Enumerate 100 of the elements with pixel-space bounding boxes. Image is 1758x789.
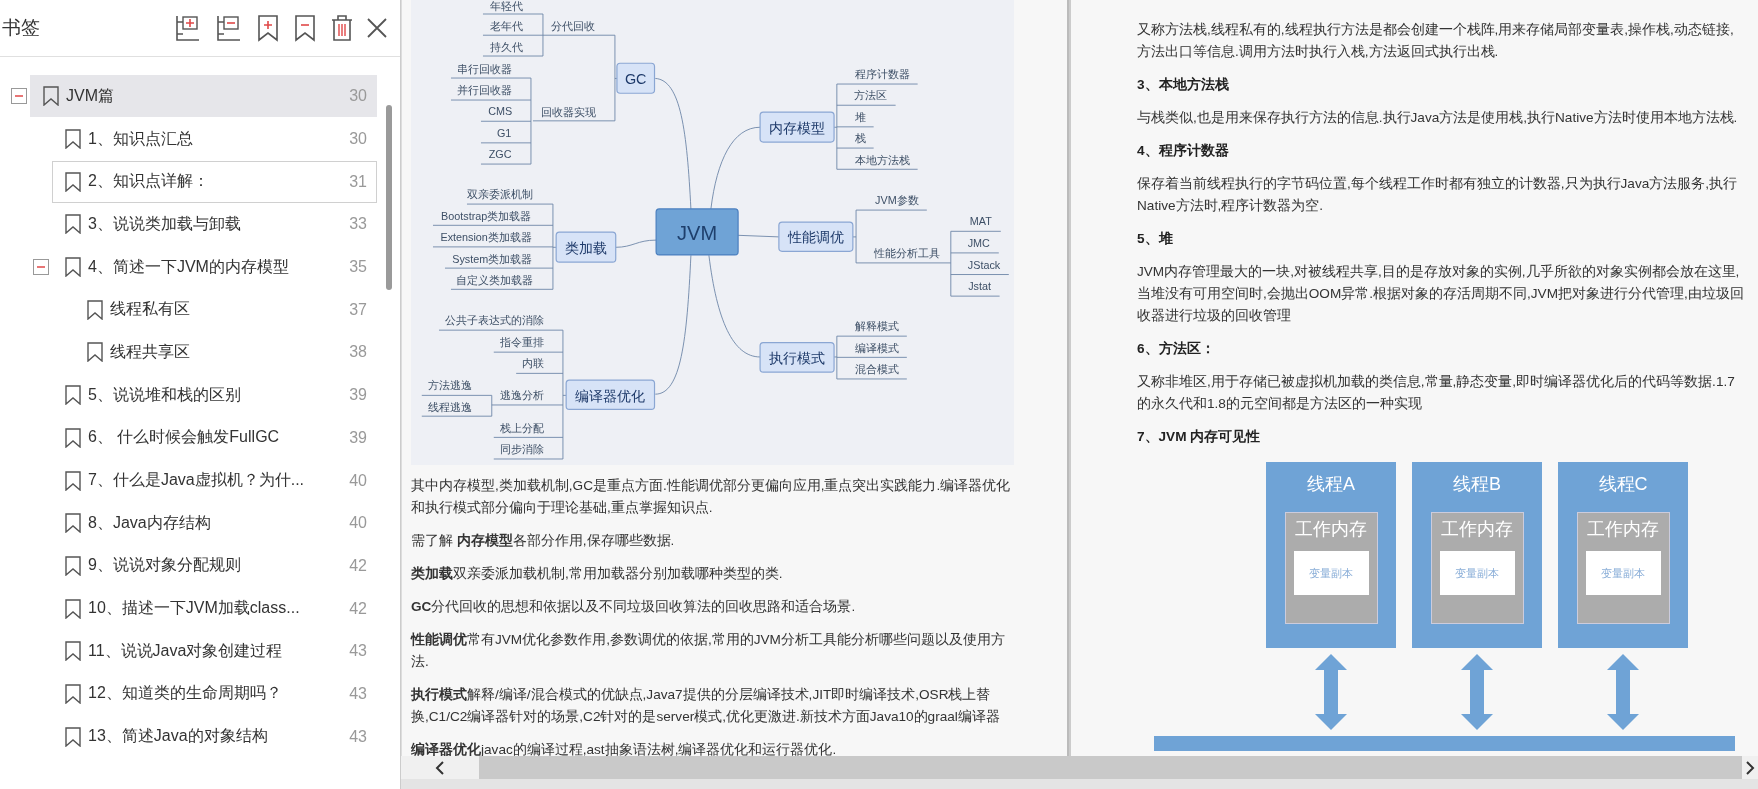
subtopic-label: Extension类加载器 xyxy=(440,231,532,244)
bookmark-icon xyxy=(65,214,81,235)
paragraph: 又称方法栈,线程私有的,线程执行方法是都会创建一个栈阵,用来存储局部变量表,操作栈,动态链接,方法出口等信息.调用方法时执行入栈,方法返回式执行出栈. xyxy=(1137,21,1735,61)
close-icon[interactable] xyxy=(366,17,388,39)
subtopic-label: 线程逃逸 xyxy=(427,400,472,413)
page-number: 37 xyxy=(349,300,367,319)
subtopic-label: 自定义类加载器 xyxy=(456,274,534,287)
paragraph: 其中内存模型,类加载机制,GC是重点方面.性能调优部分更偏向应用,重点突出实践能力.编译器优化和执行模式部分偏向于理论基础,重点掌握知识点. xyxy=(411,477,1012,517)
page-number: 39 xyxy=(349,428,367,447)
bookmark-item[interactable]: 8、Java内存结构 40 xyxy=(52,502,377,545)
page-number: 40 xyxy=(349,514,367,533)
section-heading: 3、本地方法栈 xyxy=(1137,76,1230,94)
subtopic-label: 栈 xyxy=(855,132,867,145)
collapse-icon[interactable] xyxy=(33,259,49,276)
thread-title: 线程C xyxy=(1598,473,1648,496)
variable-copy-box: 变量副本 xyxy=(1439,551,1515,595)
working-memory-label: 工作内存 xyxy=(1441,517,1513,541)
bookmark-icon xyxy=(65,385,81,406)
bookmark-item[interactable]: 12、知道类的生命周期吗？ 43 xyxy=(52,672,377,715)
paragraph: 需了解 内存模型各部分作用,保存哪些数据. xyxy=(411,532,676,550)
bookmark-item[interactable]: 9、说说对象分配规则 42 xyxy=(52,544,377,587)
bookmark-icon xyxy=(87,299,103,320)
bookmark-icon xyxy=(65,726,81,747)
bookmark-item[interactable]: 6、 什么时候会触发FullGC 39 xyxy=(52,416,377,459)
bookmark-item[interactable]: 2、知识点详解： 31 xyxy=(52,160,377,203)
page-number: 43 xyxy=(349,727,367,746)
subtopic-label: 并行回收器 xyxy=(457,84,513,97)
collapse-icon[interactable] xyxy=(11,88,27,105)
bookmark-item[interactable]: JVM篇 30 xyxy=(30,75,377,118)
subtopic-label: 分代回收 xyxy=(550,20,595,32)
bookmark-icon xyxy=(65,129,81,150)
subtopic-label: Bootstrap类加载器 xyxy=(441,210,532,223)
paragraph: JVM内存管理最大的一块,对被线程共享,目的是存放对象的实例,几乎所欲的对象实例都会放在这里,当堆没有可用空间时,会抛出OOM异常.根据对象的存活周期不同,JVM把对象进行分代管理,由垃圾回收器进行垃圾的回收管理 xyxy=(1137,263,1745,325)
subtopic-label: 老年代 xyxy=(490,20,524,32)
subtopic-label: 编译模式 xyxy=(854,342,899,355)
paragraph: 保存着当前线程执行的字节码位置,每个线程工作时都有独立的计数器,只为执行Java方法服务,执行Native方法时,程序计数器为空. xyxy=(1137,175,1739,215)
subtopic-label: G1 xyxy=(496,126,512,139)
subtopic-label: 堆 xyxy=(855,110,867,123)
page-number: 30 xyxy=(349,130,367,149)
subtopic-label: 年轻代 xyxy=(490,0,524,13)
page-number: 42 xyxy=(349,556,367,575)
section-heading: 4、程序计数器 xyxy=(1137,142,1230,160)
section-heading: 5、堆 xyxy=(1137,230,1174,248)
bookmark-item[interactable]: 4、简述一下JVM的内存模型 35 xyxy=(52,246,377,289)
bookmark-icon xyxy=(65,257,81,278)
subtopic-label: JVM参数 xyxy=(875,194,919,207)
chevron-left-icon[interactable] xyxy=(435,760,445,775)
subtopic-label: 混合模式 xyxy=(854,363,899,376)
paragraph: 性能调优常有JVM优化参数作用,参数调优的依据,常用的JVM分析工具能分析哪些问题以及使用方法. xyxy=(411,631,1006,671)
subtopic-label: JMC xyxy=(967,236,990,249)
bookmark-icon xyxy=(65,683,81,704)
bookmark-minus-icon[interactable] xyxy=(292,13,318,43)
subtopic-label: 同步消除 xyxy=(499,443,544,456)
subtopic-label: 回收器实现 xyxy=(540,106,596,119)
bookmark-item[interactable]: 3、说说类加载与卸载 33 xyxy=(52,203,377,246)
bookmark-item[interactable]: 7、什么是Java虚拟机？为什... 40 xyxy=(52,459,377,502)
bookmark-item[interactable]: 10、描述一下JVM加载class... 42 xyxy=(52,587,377,630)
bookmark-item[interactable]: 5、说说堆和栈的区别 39 xyxy=(52,374,377,417)
page-number: 30 xyxy=(349,87,367,106)
bookmark-item[interactable]: 线程共享区 38 xyxy=(74,331,377,374)
page-number: 40 xyxy=(349,471,367,490)
subtopic-label: 指令重排 xyxy=(499,336,544,349)
topic-node: 性能调优 xyxy=(778,221,854,252)
trash-icon[interactable] xyxy=(329,13,355,43)
bookmark-item[interactable]: 线程私有区 37 xyxy=(74,288,377,331)
bookmark-item[interactable]: 1、知识点汇总 30 xyxy=(52,118,377,161)
variable-copy-box: 变量副本 xyxy=(1585,551,1661,595)
bookmark-plus-icon[interactable] xyxy=(255,13,281,43)
subtopic-label: Jstat xyxy=(968,280,991,293)
subtopic-label: JStack xyxy=(967,258,1001,271)
bookmark-icon xyxy=(65,641,81,662)
section-heading: 7、JVM 内存可见性 xyxy=(1137,428,1262,446)
scrollbar-thumb[interactable] xyxy=(479,756,1742,779)
subtopic-label: 程序计数器 xyxy=(855,68,911,81)
subtopic-label: 解释模式 xyxy=(854,320,899,333)
paragraph: GC分代回收的思想和依据以及不同垃圾回收算法的回收思路和适合场景. xyxy=(411,598,857,616)
topic-node: 内存模型 xyxy=(759,111,835,143)
scrollbar-thumb[interactable] xyxy=(386,105,392,290)
chevron-right-icon[interactable] xyxy=(1745,760,1755,775)
subtopic-label: CMS xyxy=(488,105,513,118)
subtopic-label: 性能分析工具 xyxy=(873,247,940,260)
subtopic-label: 本地方法栈 xyxy=(855,154,911,167)
subtopic-label: MAT xyxy=(969,215,992,228)
working-memory-label: 工作内存 xyxy=(1295,517,1367,541)
bookmark-icon xyxy=(65,513,81,534)
paragraph: 又称非堆区,用于存储已被虚拟机加载的类信息,常量,静态变量,即时编译器优化后的代码等数据.1.7的永久代和1.8的元空间都是方法区的一种实现 xyxy=(1137,373,1736,413)
paragraph: 类加载双亲委派加载机制,常用加载器分别加载哪种类型的类. xyxy=(411,565,784,583)
bookmark-item[interactable]: 13、简述Java的对象结构 43 xyxy=(52,715,377,758)
bookmark-item[interactable]: 11、说说Java对象创建过程 43 xyxy=(52,630,377,673)
paragraph: 与栈类似,也是用来保存执行方法的信息.执行Java方法是使用栈,执行Native方法时使用本地方法栈. xyxy=(1137,109,1739,127)
sidebar-title: 书签 xyxy=(2,16,40,40)
subtopic-label: 双亲委派机制 xyxy=(467,188,534,201)
bookmark-icon xyxy=(65,470,81,491)
bookmark-icon xyxy=(87,342,103,363)
page-number: 39 xyxy=(349,386,367,405)
thread-title: 线程A xyxy=(1307,473,1355,496)
variable-copy-box: 变量副本 xyxy=(1293,551,1369,595)
bookmark-icon xyxy=(65,555,81,576)
subtopic-label: ZGC xyxy=(488,148,512,161)
topic-node: 类加载 xyxy=(555,231,617,263)
